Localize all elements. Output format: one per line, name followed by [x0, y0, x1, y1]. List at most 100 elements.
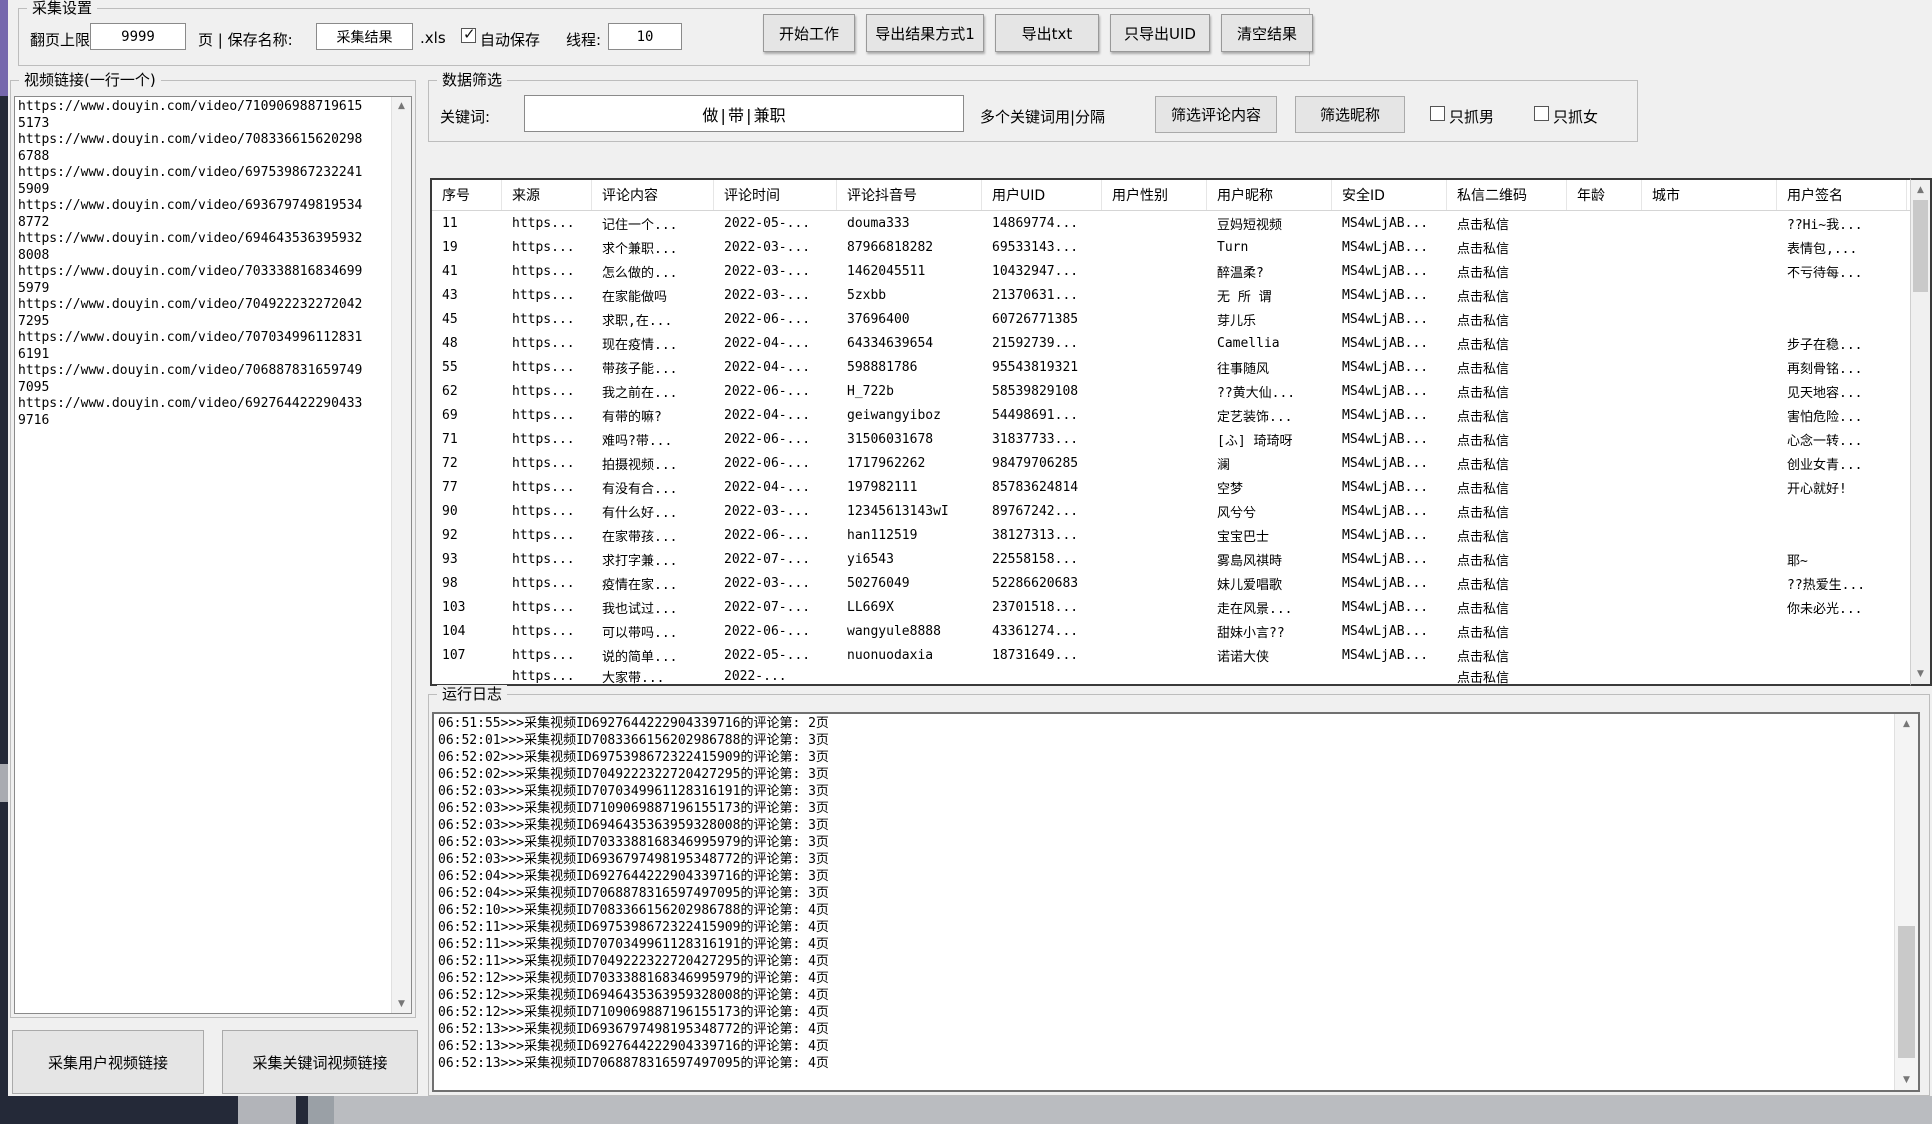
settings-button-3[interactable]: 只导出UID: [1110, 14, 1210, 52]
column-header-9[interactable]: 私信二维码: [1447, 180, 1567, 210]
table-cell: 197982111: [837, 475, 982, 499]
settings-button-1[interactable]: 导出结果方式1: [866, 14, 984, 52]
male-only-checkbox[interactable]: [1430, 106, 1445, 121]
dm-link-cell[interactable]: 点击私信: [1447, 667, 1567, 685]
column-header-3[interactable]: 评论时间: [714, 180, 837, 210]
table-cell: [1102, 619, 1207, 643]
table-cell: 不亏待每...: [1777, 259, 1907, 283]
table-row[interactable]: 71https...难吗?带...2022-06-...315060316783…: [432, 427, 1930, 451]
results-table[interactable]: 序号来源评论内容评论时间评论抖音号用户UID用户性别用户昵称安全ID私信二维码年…: [430, 178, 1932, 686]
table-cell: 31837733...: [982, 427, 1102, 451]
column-header-8[interactable]: 安全ID: [1332, 180, 1447, 210]
page-limit-input[interactable]: 9999: [90, 23, 186, 50]
column-header-6[interactable]: 用户性别: [1102, 180, 1207, 210]
scroll-up-icon[interactable]: ▲: [1895, 715, 1918, 733]
dm-link-cell[interactable]: 点击私信: [1447, 475, 1567, 499]
table-row[interactable]: 104https...可以带吗...2022-06-...wangyule888…: [432, 619, 1930, 643]
thread-input[interactable]: 10: [608, 23, 682, 50]
keyword-input[interactable]: 做|带|兼职: [524, 95, 964, 132]
dm-link-cell[interactable]: 点击私信: [1447, 523, 1567, 547]
table-row[interactable]: 55https...带孩子能...2022-04-...598881786955…: [432, 355, 1930, 379]
table-row[interactable]: 48https...现在疫情...2022-04-...643346396542…: [432, 331, 1930, 355]
table-row[interactable]: 43https...在家能做吗2022-03-...5zxbb21370631.…: [432, 283, 1930, 307]
female-only-checkbox[interactable]: [1534, 106, 1549, 121]
table-row[interactable]: 90https...有什么好...2022-03-...12345613143w…: [432, 499, 1930, 523]
table-row[interactable]: 107https...说的简单...2022-05-...nuonuodaxia…: [432, 643, 1930, 667]
dm-link-cell[interactable]: 点击私信: [1447, 547, 1567, 571]
table-cell: [1642, 643, 1777, 667]
table-cell: MS4wLjAB...: [1332, 259, 1447, 283]
column-header-4[interactable]: 评论抖音号: [837, 180, 982, 210]
dm-link-cell[interactable]: 点击私信: [1447, 235, 1567, 259]
dm-link-cell[interactable]: 点击私信: [1447, 259, 1567, 283]
dm-link-cell[interactable]: 点击私信: [1447, 307, 1567, 331]
table-row[interactable]: 92https...在家带孩...2022-06-...han112519381…: [432, 523, 1930, 547]
scroll-up-icon[interactable]: ▲: [392, 97, 411, 115]
column-header-0[interactable]: 序号: [432, 180, 502, 210]
table-row[interactable]: 98https...疫情在家...2022-03-...502760495228…: [432, 571, 1930, 595]
taskbar-button-2[interactable]: [308, 1096, 334, 1124]
dm-link-cell[interactable]: 点击私信: [1447, 403, 1567, 427]
dm-link-cell[interactable]: 点击私信: [1447, 595, 1567, 619]
table-cell: 风兮兮: [1207, 499, 1332, 523]
column-header-2[interactable]: 评论内容: [592, 180, 714, 210]
column-header-5[interactable]: 用户UID: [982, 180, 1102, 210]
dm-link-cell[interactable]: 点击私信: [1447, 427, 1567, 451]
dm-link-cell[interactable]: 点击私信: [1447, 211, 1567, 235]
video-links-scrollbar[interactable]: ▲ ▼: [391, 97, 411, 1013]
autosave-checkbox[interactable]: [461, 28, 476, 43]
run-log-textarea[interactable]: 06:51:55>>>采集视频ID6927644222904339716的评论第…: [432, 712, 1920, 1092]
taskbar-button[interactable]: [238, 1096, 296, 1124]
table-cell: [1642, 547, 1777, 571]
filter-comment-button[interactable]: 筛选评论内容: [1155, 96, 1277, 133]
table-row[interactable]: 69https...有带的嘛?2022-04-...geiwangyiboz54…: [432, 403, 1930, 427]
dm-link-cell[interactable]: 点击私信: [1447, 379, 1567, 403]
column-header-7[interactable]: 用户昵称: [1207, 180, 1332, 210]
dm-link-cell[interactable]: 点击私信: [1447, 331, 1567, 355]
column-header-1[interactable]: 来源: [502, 180, 592, 210]
table-cell: 2022-03-...: [714, 283, 837, 307]
dm-link-cell[interactable]: 点击私信: [1447, 571, 1567, 595]
table-row[interactable]: 62https...我之前在...2022-06-...H_722b585398…: [432, 379, 1930, 403]
table-row[interactable]: 41https...怎么做的...2022-03-...146204551110…: [432, 259, 1930, 283]
dm-link-cell[interactable]: 点击私信: [1447, 619, 1567, 643]
scroll-down-icon[interactable]: ▼: [392, 995, 411, 1013]
table-row[interactable]: 72https...拍摄视频...2022-06-...171796226298…: [432, 451, 1930, 475]
table-row[interactable]: 103https...我也试过...2022-07-...LL669X23701…: [432, 595, 1930, 619]
results-table-scrollbar[interactable]: ▲ ▼: [1910, 178, 1932, 686]
collect-user-videos-button[interactable]: 采集用户视频链接: [12, 1030, 204, 1094]
scrollbar-thumb[interactable]: [1898, 926, 1915, 1058]
scroll-down-icon[interactable]: ▼: [1911, 665, 1930, 683]
dm-link-cell[interactable]: 点击私信: [1447, 283, 1567, 307]
table-cell: 有没有合...: [592, 475, 714, 499]
dm-link-cell[interactable]: 点击私信: [1447, 355, 1567, 379]
column-header-12[interactable]: 用户签名: [1777, 180, 1907, 210]
settings-button-4[interactable]: 清空结果: [1221, 14, 1313, 52]
save-name-input[interactable]: 采集结果: [316, 23, 413, 50]
filter-nickname-button[interactable]: 筛选昵称: [1295, 96, 1405, 133]
column-header-10[interactable]: 年龄: [1567, 180, 1642, 210]
settings-button-2[interactable]: 导出txt: [995, 14, 1099, 52]
run-log-scrollbar[interactable]: ▲ ▼: [1894, 714, 1918, 1090]
dm-link-cell[interactable]: 点击私信: [1447, 499, 1567, 523]
table-row[interactable]: 19https...求个兼职...2022-03-...879668182826…: [432, 235, 1930, 259]
table-row[interactable]: 45https...求职,在...2022-06-...376964006072…: [432, 307, 1930, 331]
settings-button-0[interactable]: 开始工作: [763, 14, 855, 52]
column-header-11[interactable]: 城市: [1642, 180, 1777, 210]
table-cell: 2022-06-...: [714, 619, 837, 643]
scrollbar-thumb[interactable]: [1913, 200, 1928, 292]
table-cell: 大家带...: [592, 667, 714, 685]
table-row-partial[interactable]: https...大家带...2022-...点击私信: [432, 667, 1930, 685]
table-row[interactable]: 11https...记住一个...2022-05-...douma3331486…: [432, 211, 1930, 235]
table-cell: han112519: [837, 523, 982, 547]
table-row[interactable]: 77https...有没有合...2022-04-...197982111857…: [432, 475, 1930, 499]
table-cell: [1102, 403, 1207, 427]
video-links-textarea[interactable]: https://www.douyin.com/video/71090698871…: [14, 96, 412, 1014]
table-cell: [1642, 667, 1777, 685]
dm-link-cell[interactable]: 点击私信: [1447, 451, 1567, 475]
scroll-down-icon[interactable]: ▼: [1895, 1071, 1918, 1089]
scroll-up-icon[interactable]: ▲: [1911, 181, 1930, 199]
collect-keyword-videos-button[interactable]: 采集关键词视频链接: [222, 1030, 418, 1094]
dm-link-cell[interactable]: 点击私信: [1447, 643, 1567, 667]
table-row[interactable]: 93https...求打字兼...2022-07-...yi6543225581…: [432, 547, 1930, 571]
